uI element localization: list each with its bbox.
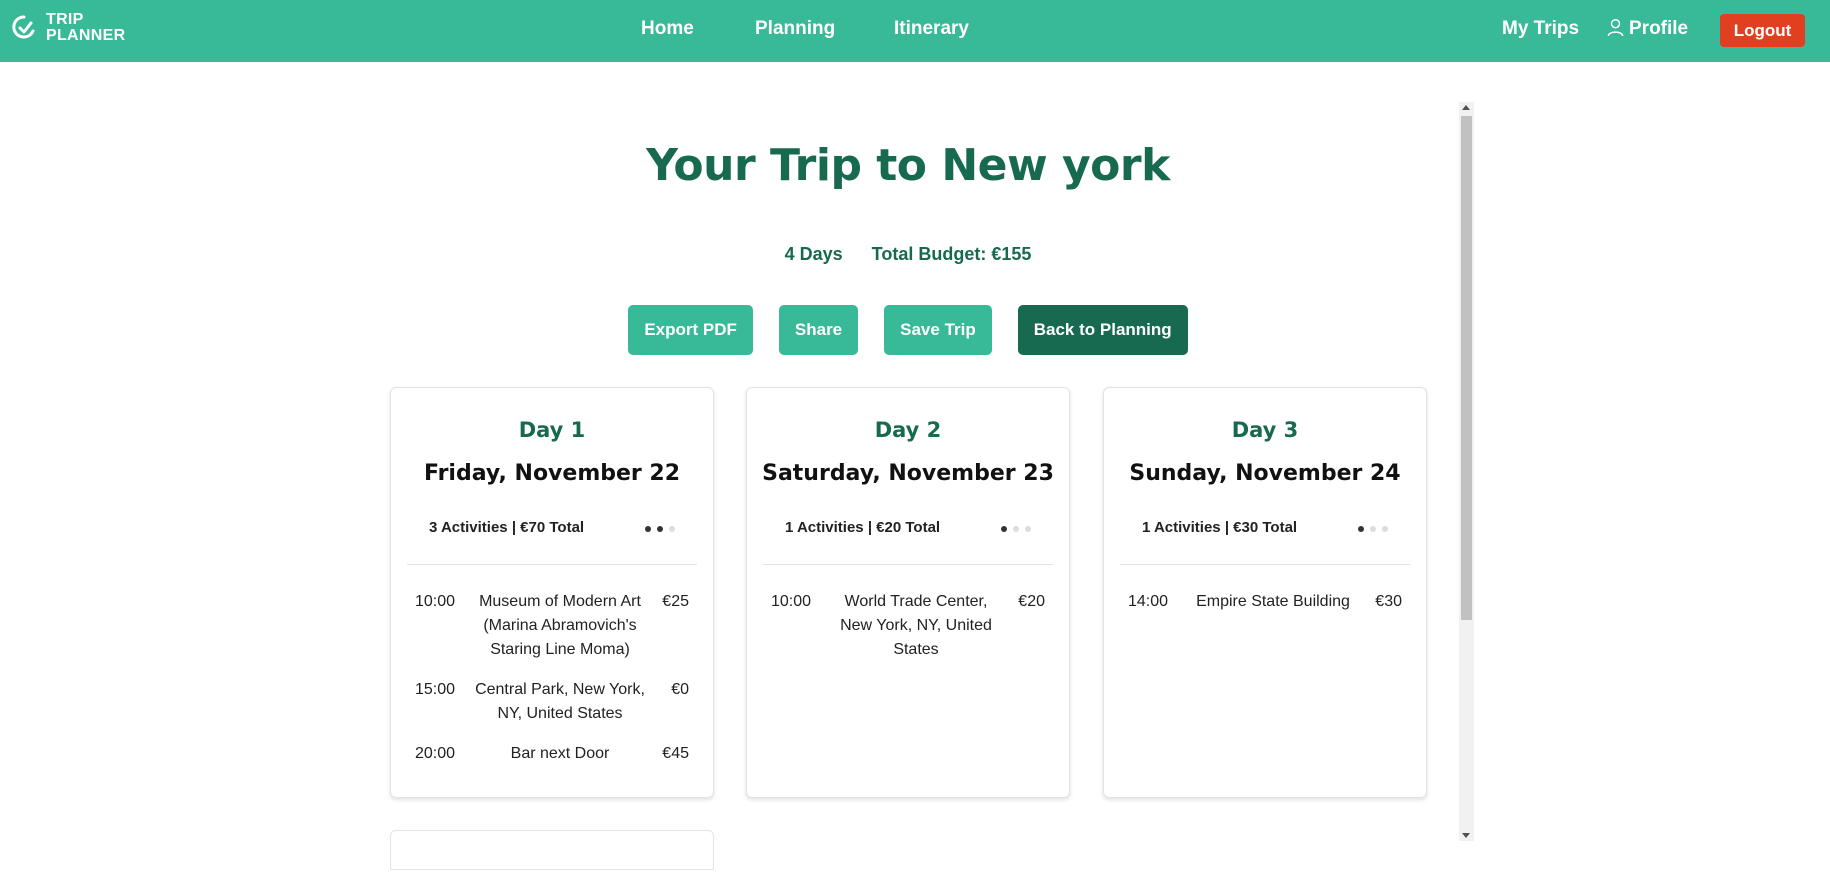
activity-name: Central Park, New York, NY, United State… bbox=[475, 681, 645, 722]
activity-time: 20:00 bbox=[415, 745, 456, 762]
day-dots bbox=[995, 526, 1031, 532]
activity-price: €30 bbox=[1375, 593, 1402, 610]
activity-price: €0 bbox=[671, 681, 689, 698]
day-card-3: Day 3 Sunday, November 24 1 Activities |… bbox=[1103, 387, 1427, 798]
activity-time: 10:00 bbox=[771, 593, 812, 610]
action-buttons: Export PDF Share Save Trip Back to Plann… bbox=[0, 305, 1816, 355]
dot-indicator bbox=[1013, 526, 1019, 532]
day-label: Day 1 bbox=[518, 418, 586, 442]
day-summary: 1 Activities | €30 Total bbox=[1142, 519, 1298, 536]
scroll-up-icon[interactable] bbox=[1462, 105, 1470, 110]
day-card-1: Day 1 Friday, November 22 3 Activities |… bbox=[390, 387, 714, 798]
divider bbox=[763, 564, 1053, 565]
share-button[interactable]: Share bbox=[778, 305, 859, 355]
dot-indicator bbox=[1370, 526, 1376, 532]
divider bbox=[407, 564, 697, 565]
day-card-2: Day 2 Saturday, November 23 1 Activities… bbox=[746, 387, 1070, 798]
scroll-thumb[interactable] bbox=[1461, 116, 1472, 620]
top-navbar: TRIP PLANNER Home Planning Itinerary My … bbox=[0, 0, 1830, 62]
day-label: Day 2 bbox=[874, 418, 942, 442]
day-card-4-partial bbox=[390, 830, 714, 870]
nav-itinerary[interactable]: Itinerary bbox=[894, 18, 969, 40]
day-summary: 3 Activities | €70 Total bbox=[429, 519, 585, 536]
dot-indicator bbox=[1382, 526, 1388, 532]
activity-time: 15:00 bbox=[415, 681, 456, 698]
day-date: Sunday, November 24 bbox=[1129, 461, 1401, 486]
activity-name: Bar next Door bbox=[510, 745, 610, 762]
activity-price: €25 bbox=[662, 593, 689, 610]
logout-button[interactable]: Logout bbox=[1720, 14, 1805, 47]
day-dots bbox=[639, 526, 675, 532]
activity-time: 10:00 bbox=[415, 593, 456, 610]
day-dots bbox=[1352, 526, 1388, 532]
activity-name: World Trade Center, New York, NY, United… bbox=[840, 593, 992, 658]
save-trip-button[interactable]: Save Trip bbox=[884, 305, 992, 355]
nav-profile-label: Profile bbox=[1629, 18, 1689, 39]
export-pdf-button[interactable]: Export PDF bbox=[628, 305, 753, 355]
activity-price: €45 bbox=[662, 745, 689, 762]
nav-home[interactable]: Home bbox=[641, 18, 694, 40]
dot-indicator bbox=[645, 526, 651, 532]
day-summary: 1 Activities | €20 Total bbox=[785, 519, 941, 536]
day-label: Day 3 bbox=[1231, 418, 1299, 442]
day-date: Saturday, November 23 bbox=[762, 461, 1054, 486]
dot-indicator bbox=[1025, 526, 1031, 532]
dot-indicator bbox=[669, 526, 675, 532]
activity-price: €20 bbox=[1018, 593, 1045, 610]
activity-name: Empire State Building bbox=[1196, 593, 1350, 610]
nav-planning[interactable]: Planning bbox=[755, 18, 835, 40]
activity-time: 14:00 bbox=[1128, 593, 1169, 610]
page-title: Your Trip to New york bbox=[646, 140, 1170, 191]
content-scrollbar[interactable] bbox=[1459, 102, 1474, 841]
dot-indicator bbox=[657, 526, 663, 532]
nav-profile[interactable]: Profile bbox=[1606, 18, 1688, 40]
back-to-planning-button[interactable]: Back to Planning bbox=[1017, 305, 1188, 355]
nav-my-trips[interactable]: My Trips bbox=[1502, 18, 1579, 40]
divider bbox=[1120, 564, 1410, 565]
trip-meta: 4 Days Total Budget: €155 bbox=[0, 244, 1816, 265]
trip-budget: Total Budget: €155 bbox=[871, 244, 1032, 264]
trip-days: 4 Days bbox=[784, 244, 843, 264]
user-icon bbox=[1607, 18, 1624, 36]
activity-name: Museum of Modern Art (Marina Abramovich'… bbox=[479, 593, 641, 658]
day-date: Friday, November 22 bbox=[423, 461, 681, 486]
dot-indicator bbox=[1001, 526, 1007, 532]
scroll-down-icon[interactable] bbox=[1462, 833, 1470, 838]
dot-indicator bbox=[1358, 526, 1364, 532]
